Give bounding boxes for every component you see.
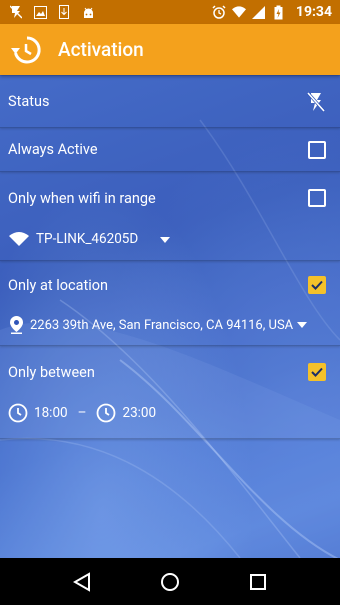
wifi-network-name: TP-LINK_46205D: [36, 231, 139, 247]
wifi-network-icon: [8, 229, 30, 249]
always-active-label: Always Active: [8, 141, 98, 158]
recents-icon[interactable]: [246, 570, 270, 594]
location-checkbox[interactable]: [308, 276, 326, 294]
clock-icon[interactable]: [96, 403, 116, 423]
wifi-card: Only when wifi in range TP-LINK_46205D: [0, 172, 340, 261]
status-card: Status: [0, 76, 340, 128]
start-time[interactable]: 18:00: [34, 405, 68, 421]
status-row[interactable]: Status: [0, 76, 340, 127]
wifi-network-selector[interactable]: TP-LINK_46205D: [0, 218, 340, 260]
location-card: Only at location 2263 39th Ave, San Fran…: [0, 261, 340, 346]
history-icon[interactable]: [10, 34, 42, 66]
cell-signal-icon: [252, 5, 266, 19]
always-active-row[interactable]: Always Active: [0, 128, 340, 171]
time-range-label: Only between: [8, 363, 95, 381]
end-time[interactable]: 23:00: [122, 405, 156, 421]
time-range-values: 18:00 – 23:00: [0, 394, 340, 438]
chevron-down-icon[interactable]: [160, 231, 171, 247]
wifi-row[interactable]: Only when wifi in range: [0, 172, 340, 218]
android-notification-icon: [81, 5, 95, 19]
image-notification-icon: [33, 5, 47, 19]
navigation-bar: [0, 558, 340, 605]
always-active-card: Always Active: [0, 128, 340, 172]
location-address-selector[interactable]: 2263 39th Ave, San Francisco, CA 94116, …: [0, 305, 340, 345]
time-range-card: Only between 18:00 – 23:00: [0, 346, 340, 439]
location-row[interactable]: Only at location: [0, 261, 340, 305]
flash-off-icon[interactable]: [306, 91, 326, 113]
time-separator: –: [77, 405, 87, 421]
location-pin-icon: [8, 315, 24, 335]
wifi-icon: [231, 5, 246, 19]
time-range-row[interactable]: Only between: [0, 346, 340, 394]
status-bar-time: 19:34: [295, 4, 332, 20]
settings-list: Status Always Active Only when wifi in r…: [0, 76, 340, 439]
chevron-down-icon[interactable]: [297, 322, 308, 328]
app-bar: Activation: [0, 24, 340, 75]
download-notification-icon: [57, 5, 71, 19]
status-bar: 19:34: [0, 0, 340, 24]
battery-charging-icon: [272, 5, 286, 19]
wifi-label: Only when wifi in range: [8, 189, 156, 207]
always-active-checkbox[interactable]: [308, 140, 326, 159]
location-label: Only at location: [8, 276, 109, 294]
flash-off-notification-icon: [9, 5, 23, 19]
location-address: 2263 39th Ave, San Francisco, CA 94116, …: [30, 317, 294, 333]
time-range-checkbox[interactable]: [308, 363, 326, 381]
alarm-icon: [212, 5, 226, 19]
back-icon[interactable]: [70, 570, 94, 594]
clock-icon[interactable]: [8, 403, 28, 423]
home-icon[interactable]: [158, 570, 182, 594]
wifi-checkbox[interactable]: [308, 189, 326, 207]
status-label: Status: [8, 93, 50, 110]
page-title: Activation: [58, 38, 144, 61]
